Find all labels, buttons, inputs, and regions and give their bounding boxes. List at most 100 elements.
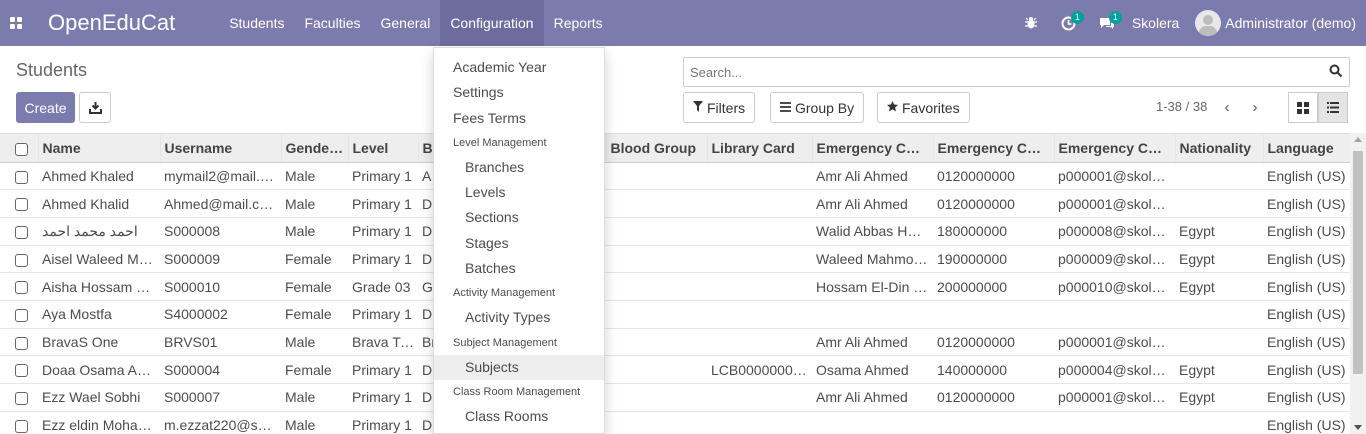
table-cell: English (US) bbox=[1263, 328, 1350, 357]
table-cell: Female bbox=[281, 245, 348, 274]
menu-item-class-rooms[interactable]: Class Rooms bbox=[434, 404, 604, 429]
activity-clock-icon[interactable]: 1 bbox=[1050, 0, 1088, 46]
row-checkbox[interactable] bbox=[0, 411, 38, 434]
table-cell bbox=[606, 411, 707, 434]
column-header[interactable]: Username bbox=[160, 134, 282, 163]
table-cell: p000008@skoler... bbox=[1054, 217, 1175, 246]
menu-item-fees-terms[interactable]: Fees Terms bbox=[434, 106, 604, 131]
list-view-button[interactable] bbox=[1318, 92, 1348, 123]
table-row[interactable]: BravaS One BRVS01 Male Brava Two Br Amr Ali A… bbox=[0, 328, 1350, 357]
kanban-view-button[interactable] bbox=[1288, 92, 1318, 123]
table-row[interactable]: Ahmed Khalid Ahmed@mail.com Male Primary 1D… bbox=[0, 189, 1350, 218]
navbar-systray: 1 1 Skolera Administrator (demo) bbox=[1012, 0, 1366, 46]
menu-item-subjects[interactable]: Subjects bbox=[434, 354, 604, 380]
menu-item-academic-year[interactable]: Academic Year bbox=[434, 55, 604, 80]
table-cell: Female bbox=[281, 300, 348, 329]
bug-icon[interactable] bbox=[1012, 0, 1050, 46]
table-cell: p000001@skoler... bbox=[1054, 189, 1175, 218]
table-row[interactable]: Doaa Osama Ah... S000004 Female Primary 1 Dl… bbox=[0, 355, 1350, 384]
table-cell: Brava Two bbox=[348, 328, 418, 357]
star-icon bbox=[887, 100, 898, 115]
groupby-button[interactable]: Group By bbox=[770, 92, 865, 123]
pager-value[interactable]: 1-38 / 38 bbox=[1156, 99, 1207, 114]
menu-reports[interactable]: Reports bbox=[544, 0, 613, 46]
row-checkbox[interactable] bbox=[0, 383, 38, 412]
table-cell: Egypt bbox=[1175, 383, 1263, 412]
column-header[interactable]: Name bbox=[38, 134, 161, 163]
column-header[interactable]: Emergency Con... bbox=[812, 134, 934, 163]
menu-item-branches[interactable]: Branches bbox=[434, 155, 604, 180]
menu-students[interactable]: Students bbox=[219, 0, 294, 46]
table-row[interactable]: Ezz eldin Moham... m.ezzat220@sko... Male P… bbox=[0, 411, 1350, 434]
menu-item-batches[interactable]: Batches bbox=[434, 256, 604, 281]
scroll-thumb[interactable] bbox=[1353, 151, 1363, 374]
favorites-button[interactable]: Favorites bbox=[877, 92, 970, 123]
table-row[interactable]: Ahmed Khaled mymail2@mail.com Male Primary … bbox=[0, 162, 1350, 191]
row-checkbox[interactable] bbox=[0, 245, 38, 274]
menu-item-settings[interactable]: Settings bbox=[434, 80, 604, 105]
row-checkbox[interactable] bbox=[0, 328, 38, 357]
row-checkbox[interactable] bbox=[0, 272, 38, 301]
table-row[interactable]: Aya Mostfa S4000002 Female Primary 1 Dl Engli… bbox=[0, 300, 1350, 329]
table-cell: Egypt bbox=[1175, 272, 1263, 301]
search-input[interactable]: Search... bbox=[683, 57, 1350, 87]
column-header[interactable]: Emergency Con... bbox=[933, 134, 1055, 163]
table-cell: p000009@skoler... bbox=[1054, 245, 1175, 274]
table-cell: Ezz Wael Sobhi bbox=[38, 383, 160, 412]
table-cell: p000004@skoler... bbox=[1054, 355, 1175, 384]
table-cell: Male bbox=[281, 411, 348, 434]
scroll-up-icon[interactable] bbox=[1354, 137, 1362, 142]
table-row[interactable]: Aisel Waleed Ma... S000009 Female Primary 1… bbox=[0, 245, 1350, 274]
table-cell: Primary 1 bbox=[348, 383, 418, 412]
column-header[interactable]: Nationality bbox=[1175, 134, 1264, 163]
menu-item-sections[interactable]: Sections bbox=[434, 205, 604, 230]
select-all-checkbox[interactable] bbox=[0, 134, 39, 163]
table-row[interactable]: Aisha Hossam El... S000010 Female Grade 03 G… bbox=[0, 272, 1350, 301]
row-checkbox[interactable] bbox=[0, 162, 38, 191]
row-checkbox[interactable] bbox=[0, 217, 38, 246]
apps-menu-icon[interactable] bbox=[0, 0, 32, 46]
messages-icon[interactable]: 1 bbox=[1088, 0, 1126, 46]
menu-section-header: Activity Management bbox=[453, 287, 556, 300]
menu-section-header: Level Management bbox=[453, 136, 547, 149]
menu-configuration[interactable]: Configuration bbox=[440, 0, 544, 46]
table-row[interactable]: Ezz Wael Sobhi S000007 Male Primary 1 Dl Amr … bbox=[0, 383, 1350, 412]
pager-previous-icon[interactable]: ‹ bbox=[1218, 96, 1236, 118]
row-checkbox[interactable] bbox=[0, 300, 38, 329]
user-menu[interactable]: Administrator (demo) bbox=[1195, 10, 1366, 36]
table-cell bbox=[606, 189, 707, 218]
column-header[interactable]: Language bbox=[1263, 134, 1350, 163]
create-button[interactable]: Create bbox=[16, 92, 75, 123]
brand-name[interactable]: OpenEduCat bbox=[48, 10, 175, 36]
table-cell: احمد محمد احمد bbox=[38, 217, 160, 246]
row-checkbox[interactable] bbox=[0, 189, 38, 218]
menu-item-activity-types[interactable]: Activity Types bbox=[434, 305, 604, 330]
table-cell: Egypt bbox=[1175, 217, 1263, 246]
filters-button[interactable]: Filters bbox=[683, 92, 756, 123]
scrollbar[interactable] bbox=[1350, 133, 1366, 434]
row-checkbox[interactable] bbox=[0, 355, 38, 384]
configuration-dropdown: Academic Year Settings Fees Terms Level Man… bbox=[433, 47, 605, 434]
column-header[interactable]: Level bbox=[348, 134, 419, 163]
table-header-row: Name Username Gender... Level B Blood Gr… bbox=[0, 134, 1350, 163]
table-cell: Egypt bbox=[1175, 245, 1263, 274]
scroll-down-icon[interactable] bbox=[1354, 425, 1362, 430]
pager-next-icon[interactable]: › bbox=[1246, 96, 1264, 118]
table-cell: English (US) bbox=[1263, 411, 1350, 434]
menu-item-levels[interactable]: Levels bbox=[434, 180, 604, 205]
table-row[interactable]: احمد محمد احمد S000008 Male Primary 1 Dl Wali… bbox=[0, 217, 1350, 246]
table-cell bbox=[1175, 189, 1263, 218]
table-cell bbox=[933, 300, 1054, 329]
company-switcher[interactable]: Skolera bbox=[1126, 15, 1195, 31]
column-header[interactable]: Library Card bbox=[707, 134, 813, 163]
table-cell: S000010 bbox=[160, 272, 281, 301]
search-icon[interactable] bbox=[1329, 64, 1343, 78]
column-header[interactable]: Gender... bbox=[281, 134, 349, 163]
download-button[interactable] bbox=[79, 92, 111, 123]
table-cell bbox=[1175, 328, 1263, 357]
menu-item-stages[interactable]: Stages bbox=[434, 231, 604, 256]
menu-general[interactable]: General bbox=[371, 0, 441, 46]
column-header[interactable]: Blood Group bbox=[606, 134, 708, 163]
menu-faculties[interactable]: Faculties bbox=[294, 0, 370, 46]
column-header[interactable]: Emergency Con... bbox=[1054, 134, 1176, 163]
